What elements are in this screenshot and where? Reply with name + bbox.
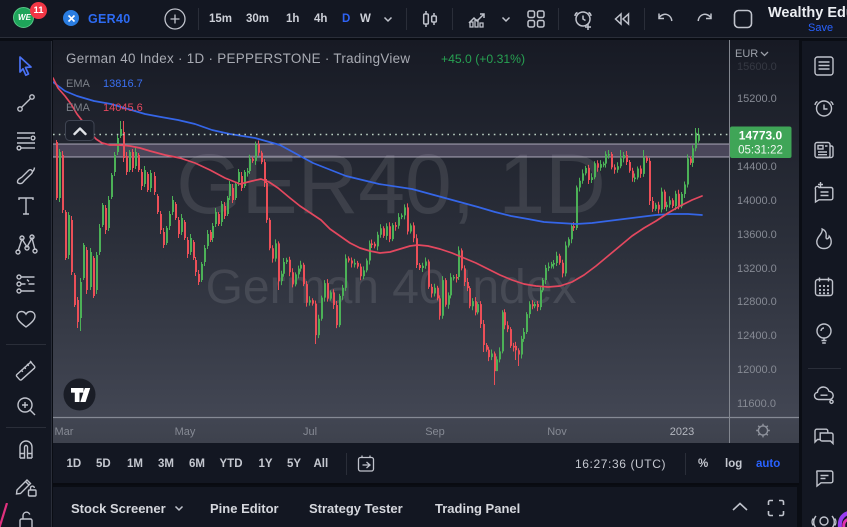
svg-text:12800.0: 12800.0: [737, 296, 777, 308]
svg-text:12400.0: 12400.0: [737, 330, 777, 342]
svg-text:German 40 Index · 1D · PEPPERS: German 40 Index · 1D · PEPPERSTONE · Tra…: [66, 51, 410, 66]
svg-text:Mar: Mar: [55, 426, 74, 438]
svg-text:German 40 Index: German 40 Index: [206, 261, 577, 314]
svg-text:EMA 14045.6: EMA 14045.6: [66, 102, 143, 114]
svg-text:14000.0: 14000.0: [737, 195, 777, 207]
svg-text:12000.0: 12000.0: [737, 364, 777, 376]
svg-text:+45.0 (+0.31%): +45.0 (+0.31%): [441, 52, 525, 66]
svg-text:14400.0: 14400.0: [737, 161, 777, 173]
svg-text:13600.0: 13600.0: [737, 229, 777, 241]
svg-text:05:31:22: 05:31:22: [738, 145, 783, 157]
svg-text:EUR: EUR: [735, 48, 758, 60]
svg-text:15200.0: 15200.0: [737, 93, 777, 105]
svg-text:2023: 2023: [670, 426, 694, 438]
svg-text:13200.0: 13200.0: [737, 263, 777, 275]
svg-text:May: May: [175, 426, 196, 438]
svg-text:Nov: Nov: [547, 426, 567, 438]
svg-text:Sep: Sep: [425, 426, 445, 438]
svg-text:14773.0: 14773.0: [739, 129, 783, 143]
svg-text:11600.0: 11600.0: [737, 398, 776, 410]
svg-text:15600.0: 15600.0: [737, 61, 777, 73]
svg-text:EMA 13816.7: EMA 13816.7: [66, 78, 143, 90]
svg-text:Jul: Jul: [303, 426, 317, 438]
